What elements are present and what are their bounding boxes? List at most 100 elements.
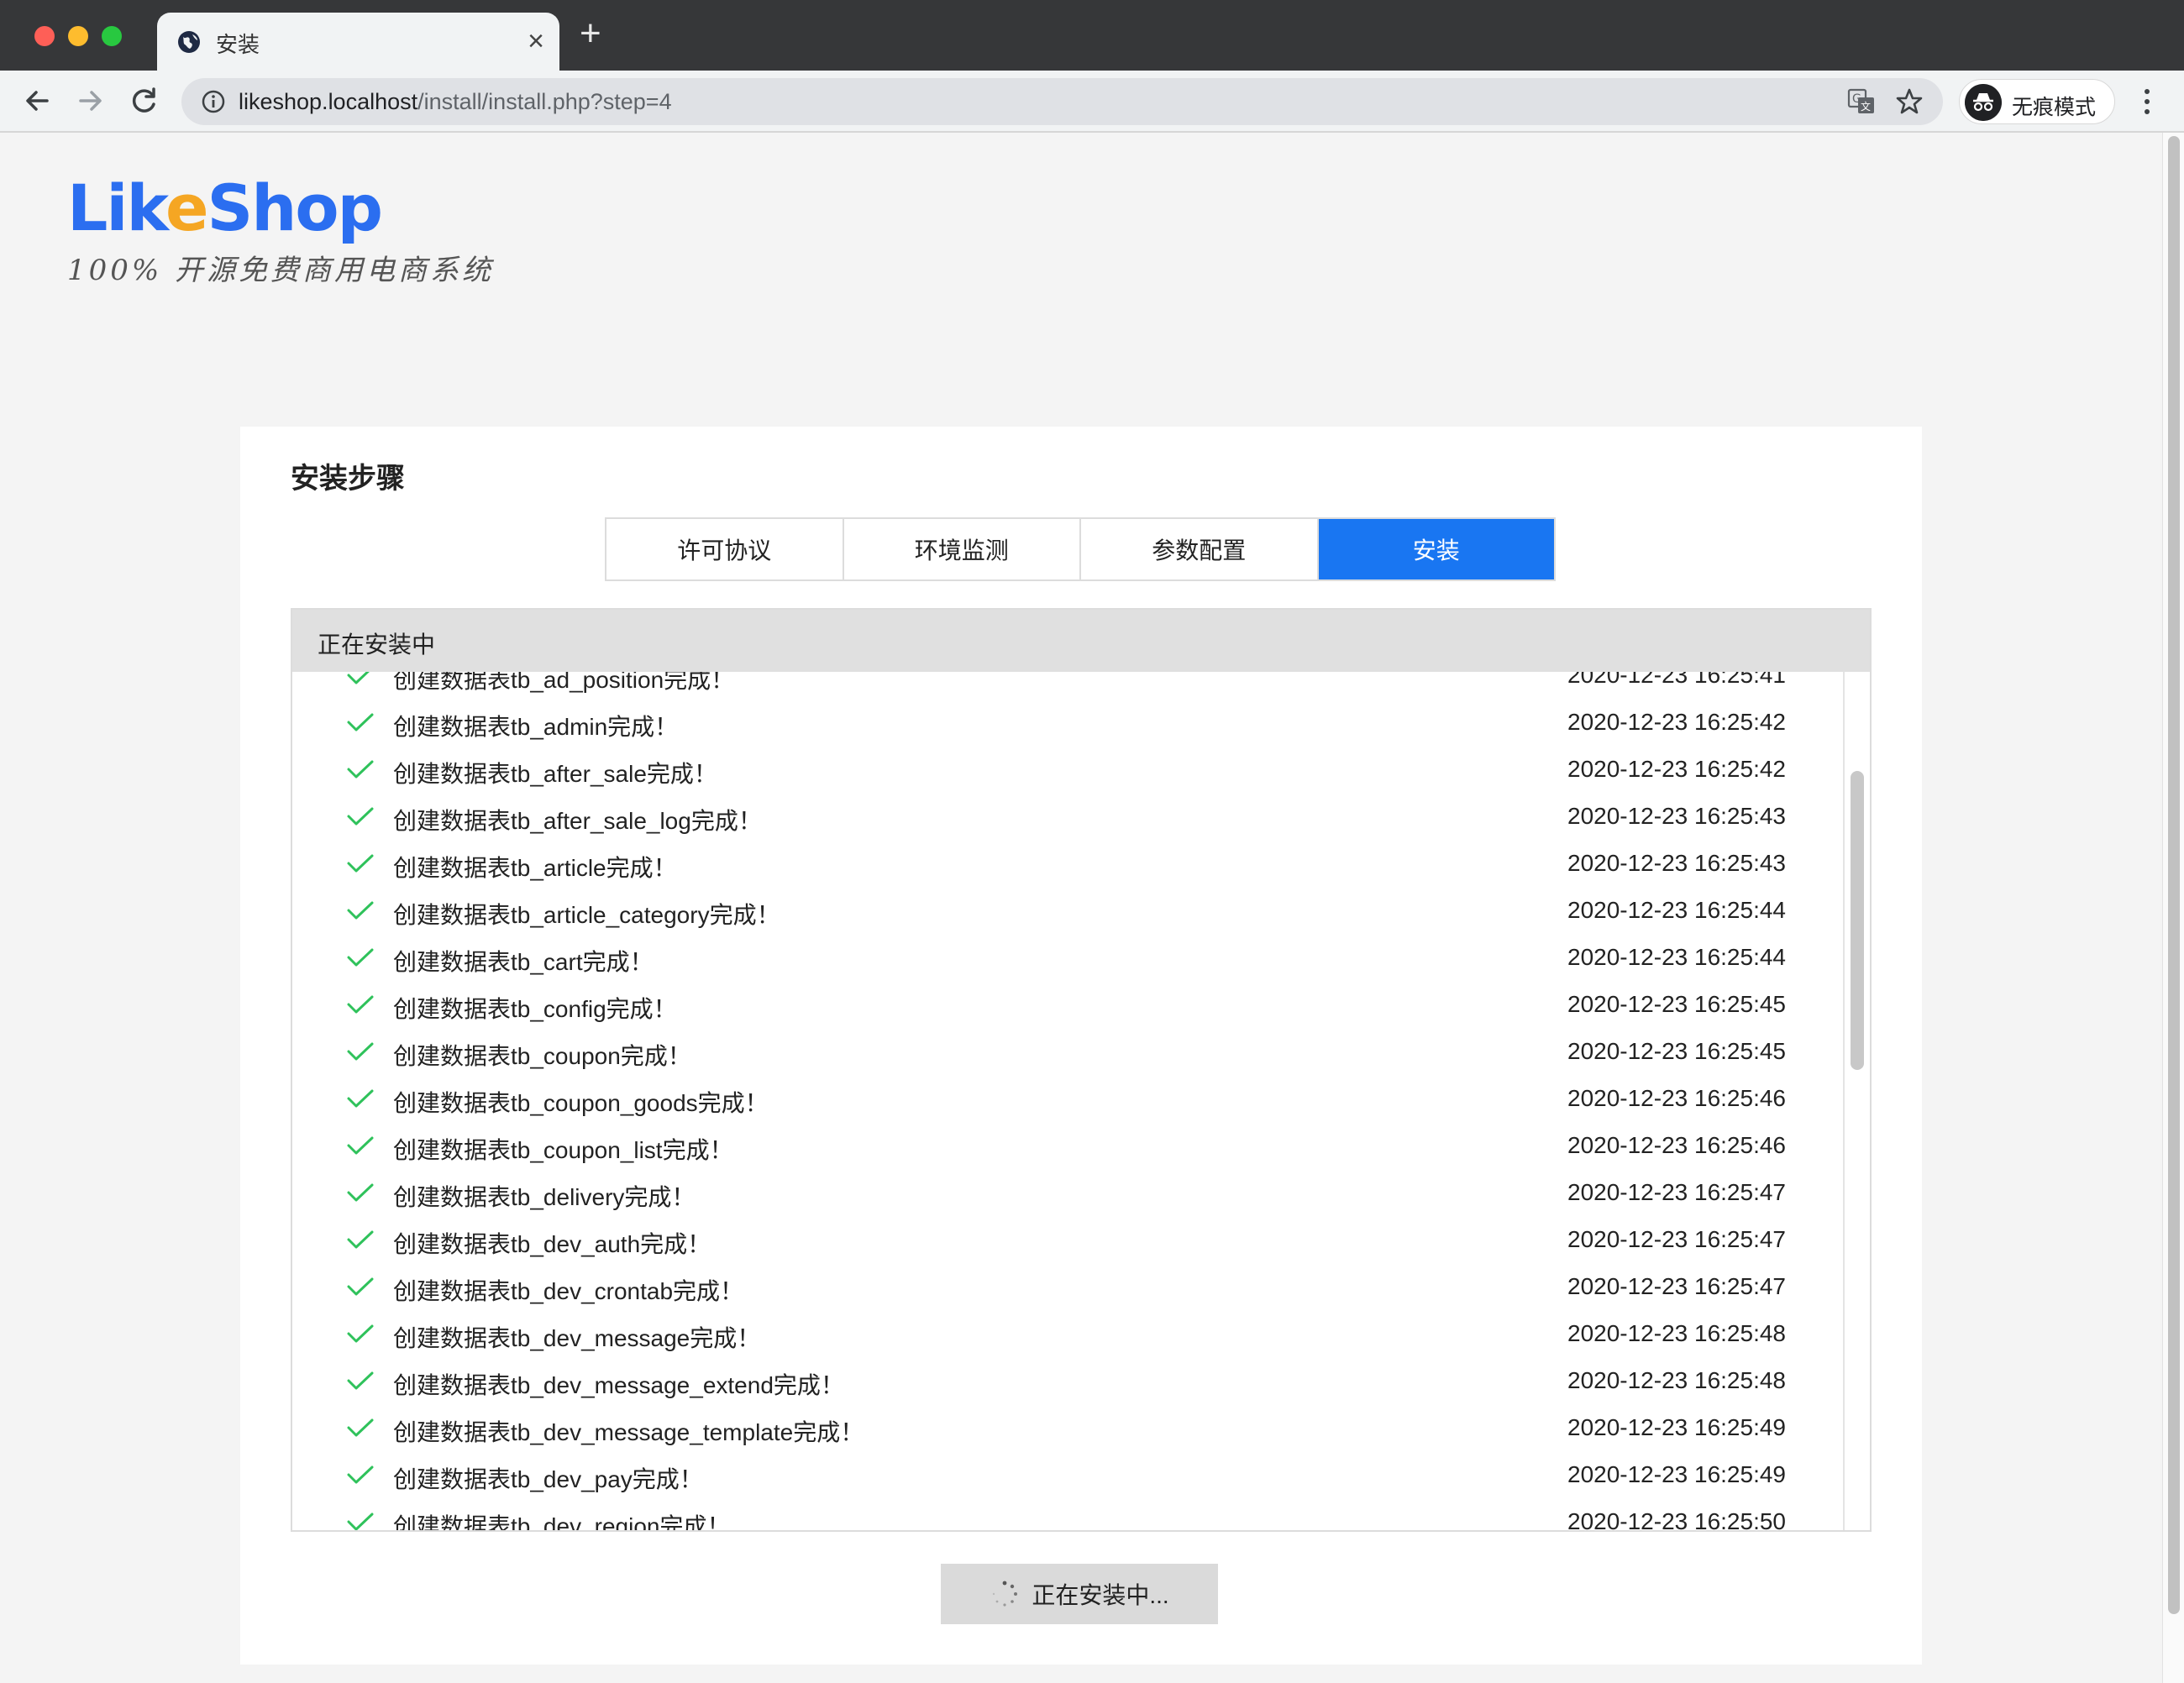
bookmark-star-icon[interactable] [1893,85,1926,118]
log-message: 创建数据表tb_dev_message_template完成！ [393,1419,864,1445]
url-text[interactable]: likeshop.localhost/install/install.php?s… [239,89,672,115]
log-message: 创建数据表tb_ad_position完成！ [393,672,735,693]
check-icon [347,1371,374,1390]
url-path: /install/install.php?step=4 [417,89,672,114]
installing-button-label: 正在安装中... [1032,1582,1169,1608]
log-message: 创建数据表tb_dev_message完成！ [393,1325,761,1351]
log-timestamp: 2020-12-23 16:25:50 [1567,1508,1786,1530]
log-message: 创建数据表tb_dev_message_extend完成！ [393,1372,844,1398]
check-icon [347,1230,374,1249]
check-icon [347,1324,374,1343]
likeshop-logo: LikeShop 100% 开源免费商用电商系统 [67,175,494,288]
install-card: 安装步骤 许可协议 环境监测 参数配置 安装 正在安装中 创建数据表tb_ad_… [240,427,1922,1665]
incognito-icon [1965,84,2002,121]
log-message: 创建数据表tb_article完成！ [393,855,677,881]
check-icon [347,713,374,731]
browser-tab-active[interactable]: 安装 × [157,13,559,71]
log-timestamp: 2020-12-23 16:25:44 [1567,897,1786,923]
log-timestamp: 2020-12-23 16:25:49 [1567,1461,1786,1487]
log-message: 创建数据表tb_dev_pay完成！ [393,1466,703,1492]
tab-close-icon[interactable]: × [528,24,544,58]
log-message: 创建数据表tb_after_sale_log完成！ [393,808,762,834]
installing-button[interactable]: 正在安装中... [941,1564,1218,1624]
url-host: likeshop.localhost [239,89,418,114]
log-message: 创建数据表tb_dev_auth完成！ [393,1231,711,1257]
log-timestamp: 2020-12-23 16:25:47 [1567,1273,1786,1299]
log-timestamp: 2020-12-23 16:25:45 [1567,991,1786,1017]
incognito-label: 无痕模式 [2012,96,2097,119]
log-row: 创建数据表tb_dev_message_extend完成！ 2020-12-23 … [292,1357,1846,1404]
log-timestamp: 2020-12-23 16:25:46 [1567,1132,1786,1158]
log-timestamp: 2020-12-23 16:25:48 [1567,1367,1786,1393]
check-icon [347,807,374,826]
check-icon [347,995,374,1014]
browser-titlebar: 安装 × + [0,0,2184,71]
log-timestamp: 2020-12-23 16:25:47 [1567,1226,1786,1252]
maximize-window-button[interactable] [102,26,122,46]
log-message: 创建数据表tb_delivery完成！ [393,1184,696,1210]
forward-arrow-icon[interactable] [72,82,109,119]
log-row: 创建数据表tb_config完成！ 2020-12-23 16:25:45 [292,981,1846,1028]
log-row: 创建数据表tb_coupon_goods完成！ 2020-12-23 16:25:… [292,1075,1846,1122]
globe-icon [178,31,200,53]
log-row: 创建数据表tb_ad_position完成！ 2020-12-23 16:25:4… [292,672,1846,699]
log-row: 创建数据表tb_coupon完成！ 2020-12-23 16:25:45 [292,1028,1846,1075]
logo-wordmark: LikeShop [67,175,494,242]
install-log-list[interactable]: 创建数据表tb_ad_position完成！ 2020-12-23 16:25:4… [292,672,1846,1530]
close-window-button[interactable] [34,26,55,46]
log-message: 创建数据表tb_dev_crontab完成！ [393,1278,744,1304]
step-tabs: 许可协议 环境监测 参数配置 安装 [605,517,1556,581]
back-arrow-icon[interactable] [18,82,55,119]
step-install[interactable]: 安装 [1318,519,1554,579]
log-message: 创建数据表tb_after_sale完成！ [393,761,717,787]
log-timestamp: 2020-12-23 16:25:43 [1567,803,1786,829]
log-timestamp: 2020-12-23 16:25:48 [1567,1320,1786,1346]
log-message: 创建数据表tb_coupon_goods完成！ [393,1090,769,1116]
step-environment-check[interactable]: 环境监测 [843,519,1081,579]
check-icon [347,1277,374,1296]
log-timestamp: 2020-12-23 16:25:42 [1567,756,1786,782]
log-row: 创建数据表tb_dev_auth完成！ 2020-12-23 16:25:47 [292,1216,1846,1263]
log-row: 创建数据表tb_cart完成！ 2020-12-23 16:25:44 [292,934,1846,981]
translate-icon[interactable]: G 文 [1847,88,1876,115]
log-scrollbar[interactable] [1843,672,1870,1530]
check-icon [347,1418,374,1437]
page-scrollbar-thumb[interactable] [2168,136,2180,1614]
log-row: 创建数据表tb_after_sale_log完成！ 2020-12-23 16:2… [292,793,1846,840]
address-bar[interactable]: likeshop.localhost/install/install.php?s… [181,78,1943,125]
log-timestamp: 2020-12-23 16:25:49 [1567,1414,1786,1440]
logo-part-1: Lik [67,170,167,245]
log-message: 创建数据表tb_coupon_list完成！ [393,1137,733,1163]
check-icon [347,948,374,967]
new-tab-button[interactable]: + [580,15,601,52]
reload-icon[interactable] [126,82,163,119]
log-row: 创建数据表tb_dev_crontab完成！ 2020-12-23 16:25:4… [292,1263,1846,1310]
step-parameter-config[interactable]: 参数配置 [1081,519,1319,579]
check-icon [347,1465,374,1484]
step-license[interactable]: 许可协议 [606,519,844,579]
log-timestamp: 2020-12-23 16:25:42 [1567,709,1786,735]
log-message: 创建数据表tb_coupon完成！ [393,1043,691,1069]
check-icon [347,1042,374,1061]
browser-menu-icon[interactable] [2134,84,2160,119]
loading-spinner-icon [993,1581,1018,1607]
log-row: 创建数据表tb_dev_region完成！ 2020-12-23 16:25:50 [292,1498,1846,1530]
tab-title: 安装 [216,32,260,57]
site-info-icon[interactable] [200,88,227,115]
incognito-badge[interactable]: 无痕模式 [1959,79,2115,124]
log-message: 创建数据表tb_config完成！ [393,996,677,1022]
log-message: 创建数据表tb_article_category完成！ [393,902,780,928]
log-scrollbar-thumb[interactable] [1851,771,1864,1070]
log-row: 创建数据表tb_dev_message_template完成！ 2020-12-2… [292,1404,1846,1451]
install-log-panel: 正在安装中 创建数据表tb_ad_position完成！ 2020-12-23 1… [291,608,1872,1532]
check-icon [347,854,374,873]
check-icon [347,901,374,920]
log-row: 创建数据表tb_after_sale完成！ 2020-12-23 16:25:42 [292,746,1846,793]
logo-part-2: e [165,170,209,245]
log-timestamp: 2020-12-23 16:25:47 [1567,1179,1786,1205]
log-row: 创建数据表tb_article完成！ 2020-12-23 16:25:43 [292,840,1846,887]
minimize-window-button[interactable] [68,26,88,46]
page-scrollbar[interactable] [2162,133,2184,1683]
check-icon [347,1089,374,1108]
check-icon [347,1183,374,1202]
